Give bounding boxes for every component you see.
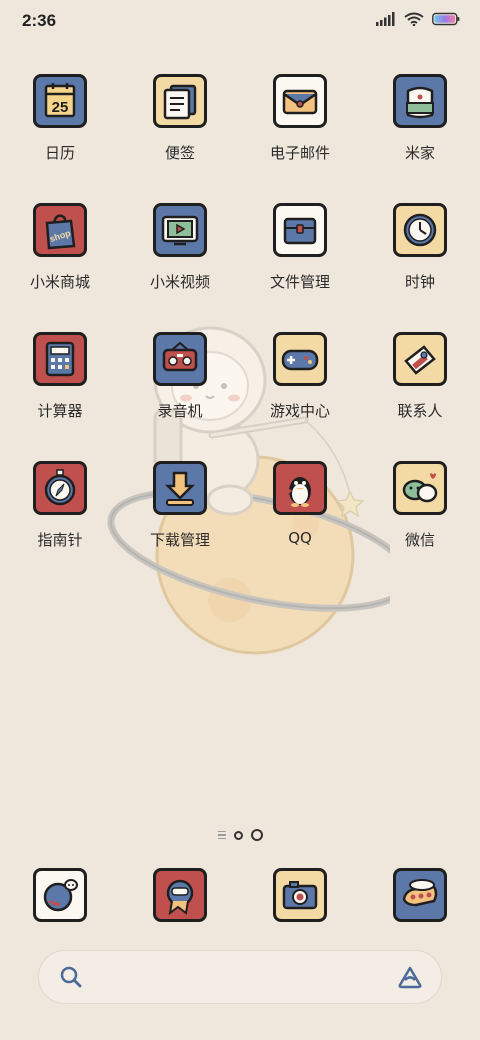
recorder-icon: [153, 332, 207, 386]
app-label: 录音机: [157, 402, 203, 420]
app-label: 米家: [404, 144, 435, 162]
app-label: 微信: [404, 531, 435, 549]
app-compass[interactable]: 指南针: [0, 459, 120, 588]
app-qq[interactable]: QQ: [240, 459, 360, 588]
app-label: 计算器: [37, 402, 83, 420]
search-icon[interactable]: [59, 965, 83, 993]
app-wechat[interactable]: 微信: [360, 459, 480, 588]
camera-icon[interactable]: [273, 868, 327, 922]
mijia-icon: [393, 74, 447, 128]
app-mijia[interactable]: 米家: [360, 72, 480, 201]
calendar-icon: 25: [33, 74, 87, 128]
mi-store-icon: shop: [33, 203, 87, 257]
app-label: 电子邮件: [269, 144, 330, 162]
clock-icon: [393, 203, 447, 257]
menu-lines-icon: [217, 830, 226, 840]
app-notes[interactable]: 便签: [120, 72, 240, 201]
video-icon: [153, 203, 207, 257]
assistant-icon[interactable]: [397, 965, 423, 993]
app-mi-store[interactable]: shop 小米商城: [0, 201, 120, 330]
contacts-icon: [393, 332, 447, 386]
game-center-icon: [273, 332, 327, 386]
dock: [0, 866, 480, 926]
compass-icon: [33, 461, 87, 515]
page-dot[interactable]: [233, 830, 243, 840]
app-grid: 25 日历 便签 电子邮件 米家 shop 小米商城 小米视频 文件管理 时钟 …: [0, 72, 480, 588]
app-row: shop 小米商城 小米视频 文件管理 时钟: [0, 201, 480, 330]
app-contacts[interactable]: 联系人: [360, 330, 480, 459]
status-icons: [376, 12, 460, 26]
email-icon: [273, 74, 327, 128]
browser-icon[interactable]: [393, 868, 447, 922]
signal-icon: [376, 12, 396, 26]
app-label: 文件管理: [269, 273, 330, 291]
app-label: 小米商城: [29, 273, 90, 291]
app-row: 指南针 下载管理 QQ 微信: [0, 459, 480, 588]
search-bar[interactable]: [38, 950, 442, 1004]
calculator-icon: [33, 332, 87, 386]
notes-icon: [153, 74, 207, 128]
downloads-icon: [153, 461, 207, 515]
app-downloads[interactable]: 下载管理: [120, 459, 240, 588]
messages-icon[interactable]: [153, 868, 207, 922]
phone-icon[interactable]: [33, 868, 87, 922]
wifi-icon: [404, 12, 424, 26]
status-time: 2:36: [22, 11, 57, 30]
app-label: 便签: [164, 144, 195, 162]
app-label: 游戏中心: [269, 402, 330, 420]
page-dot-active[interactable]: [250, 829, 263, 841]
app-row: 25 日历 便签 电子邮件 米家: [0, 72, 480, 201]
app-label: 时钟: [404, 273, 435, 291]
app-label: 小米视频: [149, 273, 210, 291]
app-label: 指南针: [37, 531, 83, 549]
app-label: 联系人: [397, 402, 443, 420]
status-bar: 2:36: [0, 0, 480, 44]
app-video[interactable]: 小米视频: [120, 201, 240, 330]
qq-icon: [273, 461, 327, 515]
calendar-day: 25: [52, 99, 69, 116]
app-clock[interactable]: 时钟: [360, 201, 480, 330]
battery-icon: [432, 12, 460, 26]
page-indicator[interactable]: [0, 826, 480, 844]
app-recorder[interactable]: 录音机: [120, 330, 240, 459]
app-calculator[interactable]: 计算器: [0, 330, 120, 459]
wechat-icon: [393, 461, 447, 515]
app-label: 下载管理: [149, 531, 210, 549]
app-email[interactable]: 电子邮件: [240, 72, 360, 201]
app-calendar[interactable]: 25 日历: [0, 72, 120, 201]
file-manager-icon: [273, 203, 327, 257]
app-file-manager[interactable]: 文件管理: [240, 201, 360, 330]
app-label: QQ: [288, 529, 312, 547]
app-row: 计算器 录音机 游戏中心 联系人: [0, 330, 480, 459]
app-label: 日历: [44, 144, 75, 162]
app-game-center[interactable]: 游戏中心: [240, 330, 360, 459]
